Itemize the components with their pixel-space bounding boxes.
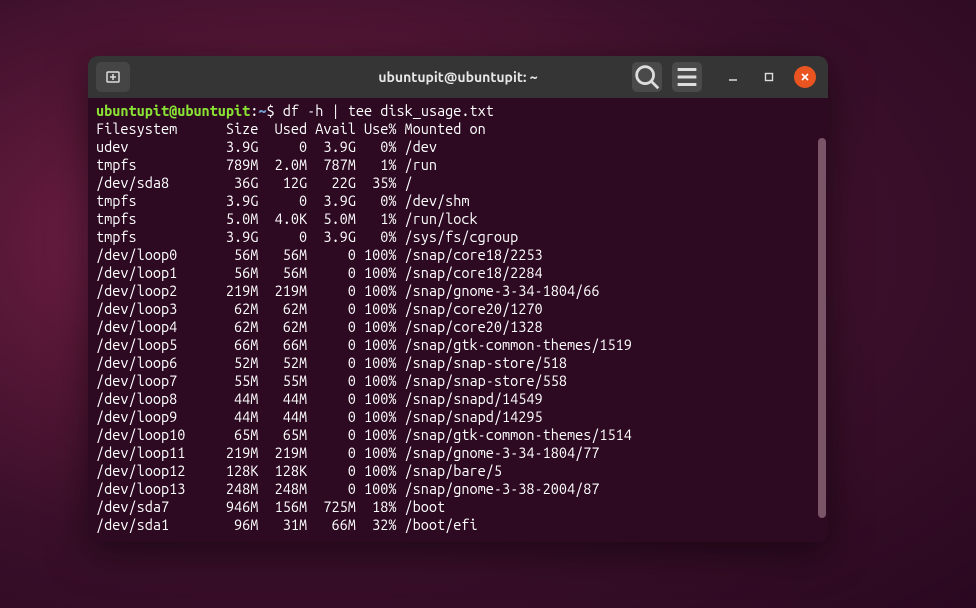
terminal-window: ubuntupit@ubuntupit: ~ ubuntupit@ [88,56,828,542]
maximize-button[interactable] [758,66,780,88]
df-row: tmpfs 5.0M 4.0K 5.0M 1% /run/lock [96,210,820,228]
df-row: /dev/loop11 219M 219M 0 100% /snap/gnome… [96,444,820,462]
df-row: /dev/loop7 55M 55M 0 100% /snap/snap-sto… [96,372,820,390]
df-row: /dev/loop2 219M 219M 0 100% /snap/gnome-… [96,282,820,300]
terminal-body[interactable]: ubuntupit@ubuntupit:~$ df -h | tee disk_… [88,98,828,542]
df-row: /dev/sda7 946M 156M 725M 18% /boot [96,498,820,516]
df-row: /dev/loop0 56M 56M 0 100% /snap/core18/2… [96,246,820,264]
df-row: udev 3.9G 0 3.9G 0% /dev [96,138,820,156]
df-row: /dev/loop6 52M 52M 0 100% /snap/snap-sto… [96,354,820,372]
df-row: /dev/loop12 128K 128K 0 100% /snap/bare/… [96,462,820,480]
prompt-path: ~ [258,102,266,119]
command: df -h | tee disk_usage.txt [283,102,494,119]
df-row: /dev/loop9 44M 44M 0 100% /snap/snapd/14… [96,408,820,426]
titlebar-right [632,62,820,92]
window-controls [722,66,816,88]
df-row: /dev/loop3 62M 62M 0 100% /snap/core20/1… [96,300,820,318]
df-row: /dev/sda1 96M 31M 66M 32% /boot/efi [96,516,820,534]
df-row: tmpfs 3.9G 0 3.9G 0% /sys/fs/cgroup [96,228,820,246]
new-tab-icon [105,69,121,85]
close-icon [800,72,810,82]
maximize-icon [764,72,774,82]
df-output: udev 3.9G 0 3.9G 0% /devtmpfs 789M 2.0M … [96,138,820,534]
df-row: /dev/loop1 56M 56M 0 100% /snap/core18/2… [96,264,820,282]
titlebar: ubuntupit@ubuntupit: ~ [88,56,828,98]
hamburger-icon [672,62,702,92]
df-row: /dev/loop13 248M 248M 0 100% /snap/gnome… [96,480,820,498]
df-row: /dev/loop4 62M 62M 0 100% /snap/core20/1… [96,318,820,336]
df-row: tmpfs 3.9G 0 3.9G 0% /dev/shm [96,192,820,210]
scrollbar-thumb[interactable] [818,138,826,518]
menu-button[interactable] [672,62,702,92]
search-icon [632,62,662,92]
window-title: ubuntupit@ubuntupit: ~ [378,69,537,85]
df-row: /dev/loop5 66M 66M 0 100% /snap/gtk-comm… [96,336,820,354]
titlebar-left [96,62,130,92]
search-button[interactable] [632,62,662,92]
close-button[interactable] [794,66,816,88]
minimize-icon [728,72,738,82]
prompt-user-host: ubuntupit@ubuntupit [96,102,250,119]
command-text [275,102,283,119]
df-header: Filesystem Size Used Avail Use% Mounted … [96,120,820,138]
minimize-button[interactable] [722,66,744,88]
df-row: /dev/sda8 36G 12G 22G 35% / [96,174,820,192]
prompt-sep2: $ [267,102,275,119]
prompt-line: ubuntupit@ubuntupit:~$ df -h | tee disk_… [96,102,820,120]
df-row: tmpfs 789M 2.0M 787M 1% /run [96,156,820,174]
new-tab-button[interactable] [96,62,130,92]
df-row: /dev/loop8 44M 44M 0 100% /snap/snapd/14… [96,390,820,408]
df-row: /dev/loop10 65M 65M 0 100% /snap/gtk-com… [96,426,820,444]
